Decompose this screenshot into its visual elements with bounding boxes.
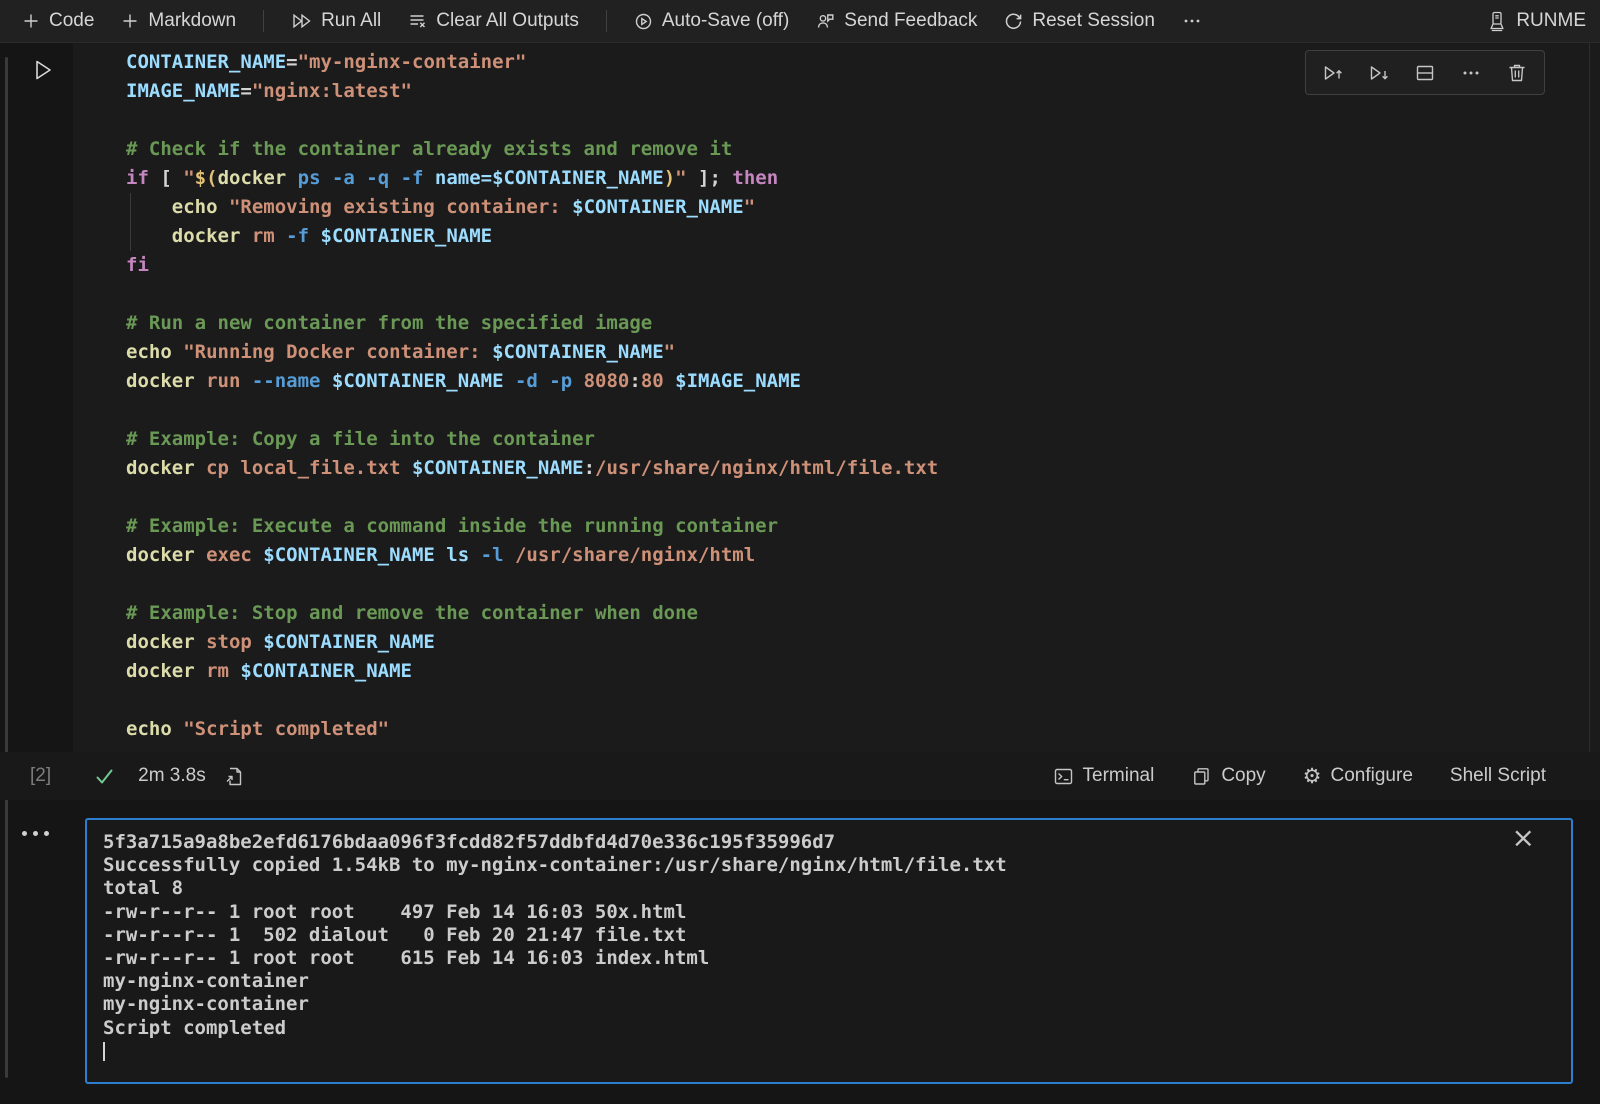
copy-label: Copy xyxy=(1221,765,1265,787)
close-output-button[interactable]: × xyxy=(1512,824,1535,852)
output-line: my-nginx-container xyxy=(103,970,1511,993)
cell-more-actions-button[interactable] xyxy=(1448,52,1494,93)
delete-cell-button[interactable] xyxy=(1494,52,1540,93)
output-line: -rw-r--r-- 1 root root 615 Feb 14 16:03 … xyxy=(103,947,1511,970)
runme-logo-icon xyxy=(1487,10,1507,32)
execution-duration: 2m 3.8s xyxy=(138,765,206,787)
add-code-label: Code xyxy=(49,10,94,32)
cell-output: 5f3a715a9a8be2efd6176bdaa096f3fcdd82f57d… xyxy=(85,818,1573,1084)
output-line: Script completed xyxy=(103,1017,1511,1040)
code-line[interactable]: echo "Running Docker container: $CONTAIN… xyxy=(126,338,1600,367)
gear-icon: ⚙ xyxy=(1303,766,1322,787)
code-line[interactable]: docker exec $CONTAINER_NAME ls -l /usr/s… xyxy=(126,541,1600,570)
language-label: Shell Script xyxy=(1450,765,1546,787)
run-cell-button[interactable] xyxy=(29,56,57,84)
output-lines: 5f3a715a9a8be2efd6176bdaa096f3fcdd82f57d… xyxy=(87,820,1571,1040)
code-cell-editor[interactable]: CONTAINER_NAME="my-nginx-container"IMAGE… xyxy=(73,43,1600,752)
configure-button[interactable]: ⚙ Configure xyxy=(1303,765,1413,787)
code-line[interactable]: docker stop $CONTAINER_NAME xyxy=(126,628,1600,657)
more-icon xyxy=(1182,12,1202,30)
configure-label: Configure xyxy=(1331,765,1413,787)
code-line[interactable]: docker rm -f $CONTAINER_NAME xyxy=(126,222,1600,251)
reset-session-icon xyxy=(1004,12,1023,31)
clear-all-outputs-label: Clear All Outputs xyxy=(436,10,579,32)
code-line[interactable]: docker run --name $CONTAINER_NAME -d -p … xyxy=(126,367,1600,396)
code-line[interactable] xyxy=(126,106,1600,135)
output-line: my-nginx-container xyxy=(103,993,1511,1016)
code-line[interactable]: docker rm $CONTAINER_NAME xyxy=(126,657,1600,686)
code-line[interactable]: if [ "$(docker ps -a -q -f name=$CONTAIN… xyxy=(126,164,1600,193)
copy-button[interactable]: Copy xyxy=(1191,765,1265,787)
run-all-button[interactable]: Run All xyxy=(291,10,381,32)
terminal-icon xyxy=(1053,766,1074,787)
split-cell-button[interactable] xyxy=(1402,52,1448,93)
output-line: -rw-r--r-- 1 502 dialout 0 Feb 20 21:47 … xyxy=(103,924,1511,947)
send-feedback-label: Send Feedback xyxy=(844,10,977,32)
code-line[interactable] xyxy=(126,396,1600,425)
cell-toolbar xyxy=(1305,50,1545,95)
code-line[interactable] xyxy=(126,570,1600,599)
code-line[interactable]: # Check if the container already exists … xyxy=(126,135,1600,164)
notebook-window: Code Markdown Run All Clear All Outputs xyxy=(0,0,1600,1104)
toolbar-more-button[interactable] xyxy=(1182,12,1202,30)
plus-icon xyxy=(22,12,40,30)
code-line[interactable]: fi xyxy=(126,251,1600,280)
code-line[interactable]: # Example: Execute a command inside the … xyxy=(126,512,1600,541)
notebook-toolbar: Code Markdown Run All Clear All Outputs xyxy=(0,0,1600,43)
code-line[interactable]: docker cp local_file.txt $CONTAINER_NAME… xyxy=(126,454,1600,483)
runme-brand[interactable]: RUNME xyxy=(1487,10,1586,32)
success-check-icon xyxy=(94,766,115,787)
terminal-button[interactable]: Terminal xyxy=(1053,765,1155,787)
copy-icon xyxy=(1191,766,1212,787)
output-more-button[interactable] xyxy=(22,831,49,836)
code-line[interactable]: echo "Removing existing container: $CONT… xyxy=(126,193,1600,222)
output-cursor-row xyxy=(87,1042,1571,1061)
code-line[interactable]: # Example: Stop and remove the container… xyxy=(126,599,1600,628)
execution-count: [2] xyxy=(30,765,51,787)
auto-save-toggle[interactable]: Auto-Save (off) xyxy=(634,10,789,32)
auto-save-icon xyxy=(634,12,653,31)
cell-focus-indicator xyxy=(5,57,8,1078)
plus-icon xyxy=(121,12,139,30)
clear-all-outputs-button[interactable]: Clear All Outputs xyxy=(408,10,579,32)
code-line[interactable]: # Example: Copy a file into the containe… xyxy=(126,425,1600,454)
execute-below-button[interactable] xyxy=(1356,52,1402,93)
cell-status-bar: [2] 2m 3.8s Terminal Copy ⚙ Conf xyxy=(0,752,1600,800)
output-line: Successfully copied 1.54kB to my-nginx-c… xyxy=(103,854,1511,877)
reset-session-button[interactable]: Reset Session xyxy=(1004,10,1155,32)
reset-session-label: Reset Session xyxy=(1032,10,1155,32)
language-picker[interactable]: Shell Script xyxy=(1450,765,1546,787)
code-line[interactable]: # Run a new container from the specified… xyxy=(126,309,1600,338)
send-feedback-icon xyxy=(816,12,835,31)
output-line: total 8 xyxy=(103,877,1511,900)
code-line[interactable]: echo "Script completed" xyxy=(126,715,1600,744)
code-lines: CONTAINER_NAME="my-nginx-container"IMAGE… xyxy=(73,43,1600,744)
execute-above-button[interactable] xyxy=(1310,52,1356,93)
editor-scrollbar-gutter xyxy=(1589,43,1590,752)
clear-outputs-icon xyxy=(408,12,427,30)
code-line[interactable] xyxy=(126,686,1600,715)
output-line: 5f3a715a9a8be2efd6176bdaa096f3fcdd82f57d… xyxy=(103,831,1511,854)
run-all-label: Run All xyxy=(321,10,381,32)
output-line: -rw-r--r-- 1 root root 497 Feb 14 16:03 … xyxy=(103,901,1511,924)
add-markdown-label: Markdown xyxy=(148,10,236,32)
send-feedback-button[interactable]: Send Feedback xyxy=(816,10,977,32)
code-line[interactable] xyxy=(126,280,1600,309)
runme-brand-label: RUNME xyxy=(1516,10,1586,32)
terminal-label: Terminal xyxy=(1083,765,1155,787)
code-line[interactable] xyxy=(126,483,1600,512)
add-markdown-button[interactable]: Markdown xyxy=(121,10,236,32)
export-output-icon[interactable] xyxy=(224,766,245,787)
run-all-icon xyxy=(291,12,312,30)
auto-save-label: Auto-Save (off) xyxy=(662,10,789,32)
cell-status-actions: Terminal Copy ⚙ Configure Shell Script xyxy=(1053,765,1600,787)
toolbar-separator xyxy=(606,10,607,32)
terminal-cursor xyxy=(103,1042,105,1061)
toolbar-separator xyxy=(263,10,264,32)
add-code-button[interactable]: Code xyxy=(22,10,94,32)
